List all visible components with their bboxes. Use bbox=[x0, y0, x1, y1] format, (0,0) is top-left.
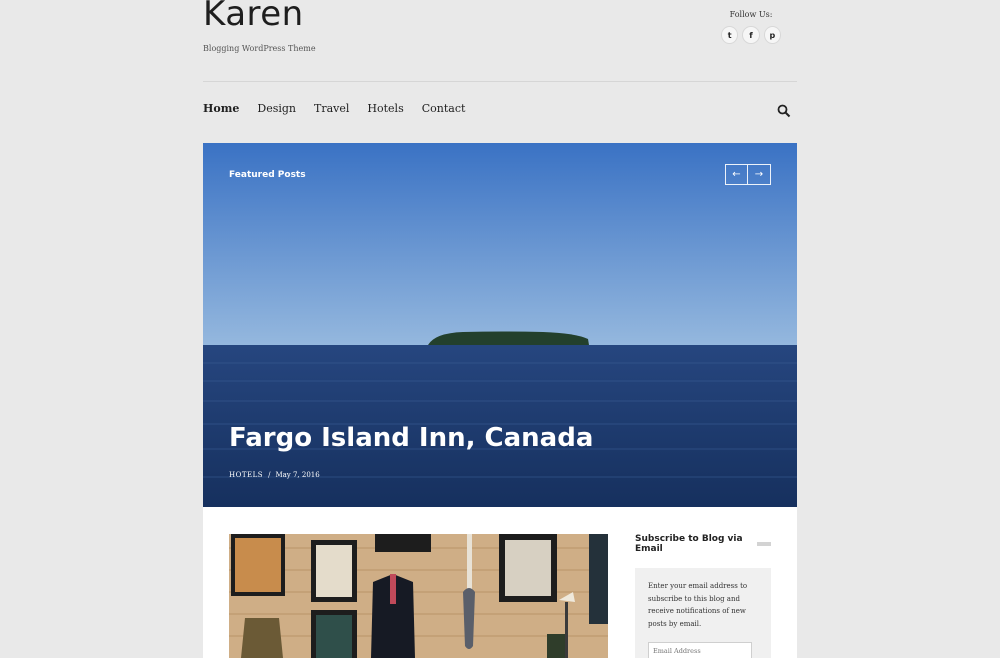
nav-item-travel[interactable]: Travel bbox=[314, 102, 349, 115]
post-thumbnail[interactable] bbox=[229, 534, 608, 658]
subscribe-widget-text: Enter your email address to subscribe to… bbox=[648, 582, 748, 628]
sidebar: Subscribe to Blog via Email Enter your e… bbox=[635, 534, 771, 658]
nav-item-contact[interactable]: Contact bbox=[422, 102, 466, 115]
social-links: t f p bbox=[721, 26, 781, 44]
post-category[interactable]: Hotels bbox=[229, 471, 263, 479]
widget-title-bar bbox=[756, 542, 771, 546]
pinterest-icon[interactable]: p bbox=[763, 26, 781, 44]
featured-posts-label: Featured Posts bbox=[229, 170, 306, 180]
meta-separator: / bbox=[268, 471, 271, 479]
nav-item-hotels[interactable]: Hotels bbox=[367, 102, 403, 115]
featured-post-meta: Hotels / May 7, 2016 bbox=[229, 471, 320, 479]
facebook-icon[interactable]: f bbox=[742, 26, 760, 44]
prev-arrow-icon[interactable]: ← bbox=[725, 164, 748, 185]
featured-slider[interactable]: Featured Posts ← → Fargo Island Inn, Can… bbox=[203, 143, 797, 507]
nav-item-design[interactable]: Design bbox=[257, 102, 296, 115]
next-arrow-icon[interactable]: → bbox=[748, 164, 771, 185]
main-nav: Home Design Travel Hotels Contact bbox=[203, 102, 465, 115]
slider-arrows: ← → bbox=[725, 164, 771, 185]
subscribe-widget-title: Subscribe to Blog via Email bbox=[635, 534, 771, 554]
email-field[interactable] bbox=[648, 642, 752, 658]
nav-item-home[interactable]: Home bbox=[203, 102, 239, 115]
post-date: May 7, 2016 bbox=[275, 471, 320, 479]
twitter-icon[interactable]: t bbox=[721, 26, 739, 44]
post-thumbnail-image bbox=[229, 534, 608, 658]
site-title[interactable]: Karen bbox=[203, 0, 304, 34]
search-icon[interactable] bbox=[777, 104, 791, 118]
follow-label: Follow Us: bbox=[729, 10, 773, 19]
header-divider bbox=[203, 81, 797, 82]
follow-us: Follow Us: t f p bbox=[721, 10, 781, 44]
featured-post-title[interactable]: Fargo Island Inn, Canada bbox=[229, 423, 593, 453]
content-area: Subscribe to Blog via Email Enter your e… bbox=[203, 507, 797, 658]
subscribe-widget-title-text: Subscribe to Blog via Email bbox=[635, 534, 743, 554]
subscribe-widget: Enter your email address to subscribe to… bbox=[635, 568, 771, 658]
site-tagline: Blogging WordPress Theme bbox=[203, 44, 316, 53]
